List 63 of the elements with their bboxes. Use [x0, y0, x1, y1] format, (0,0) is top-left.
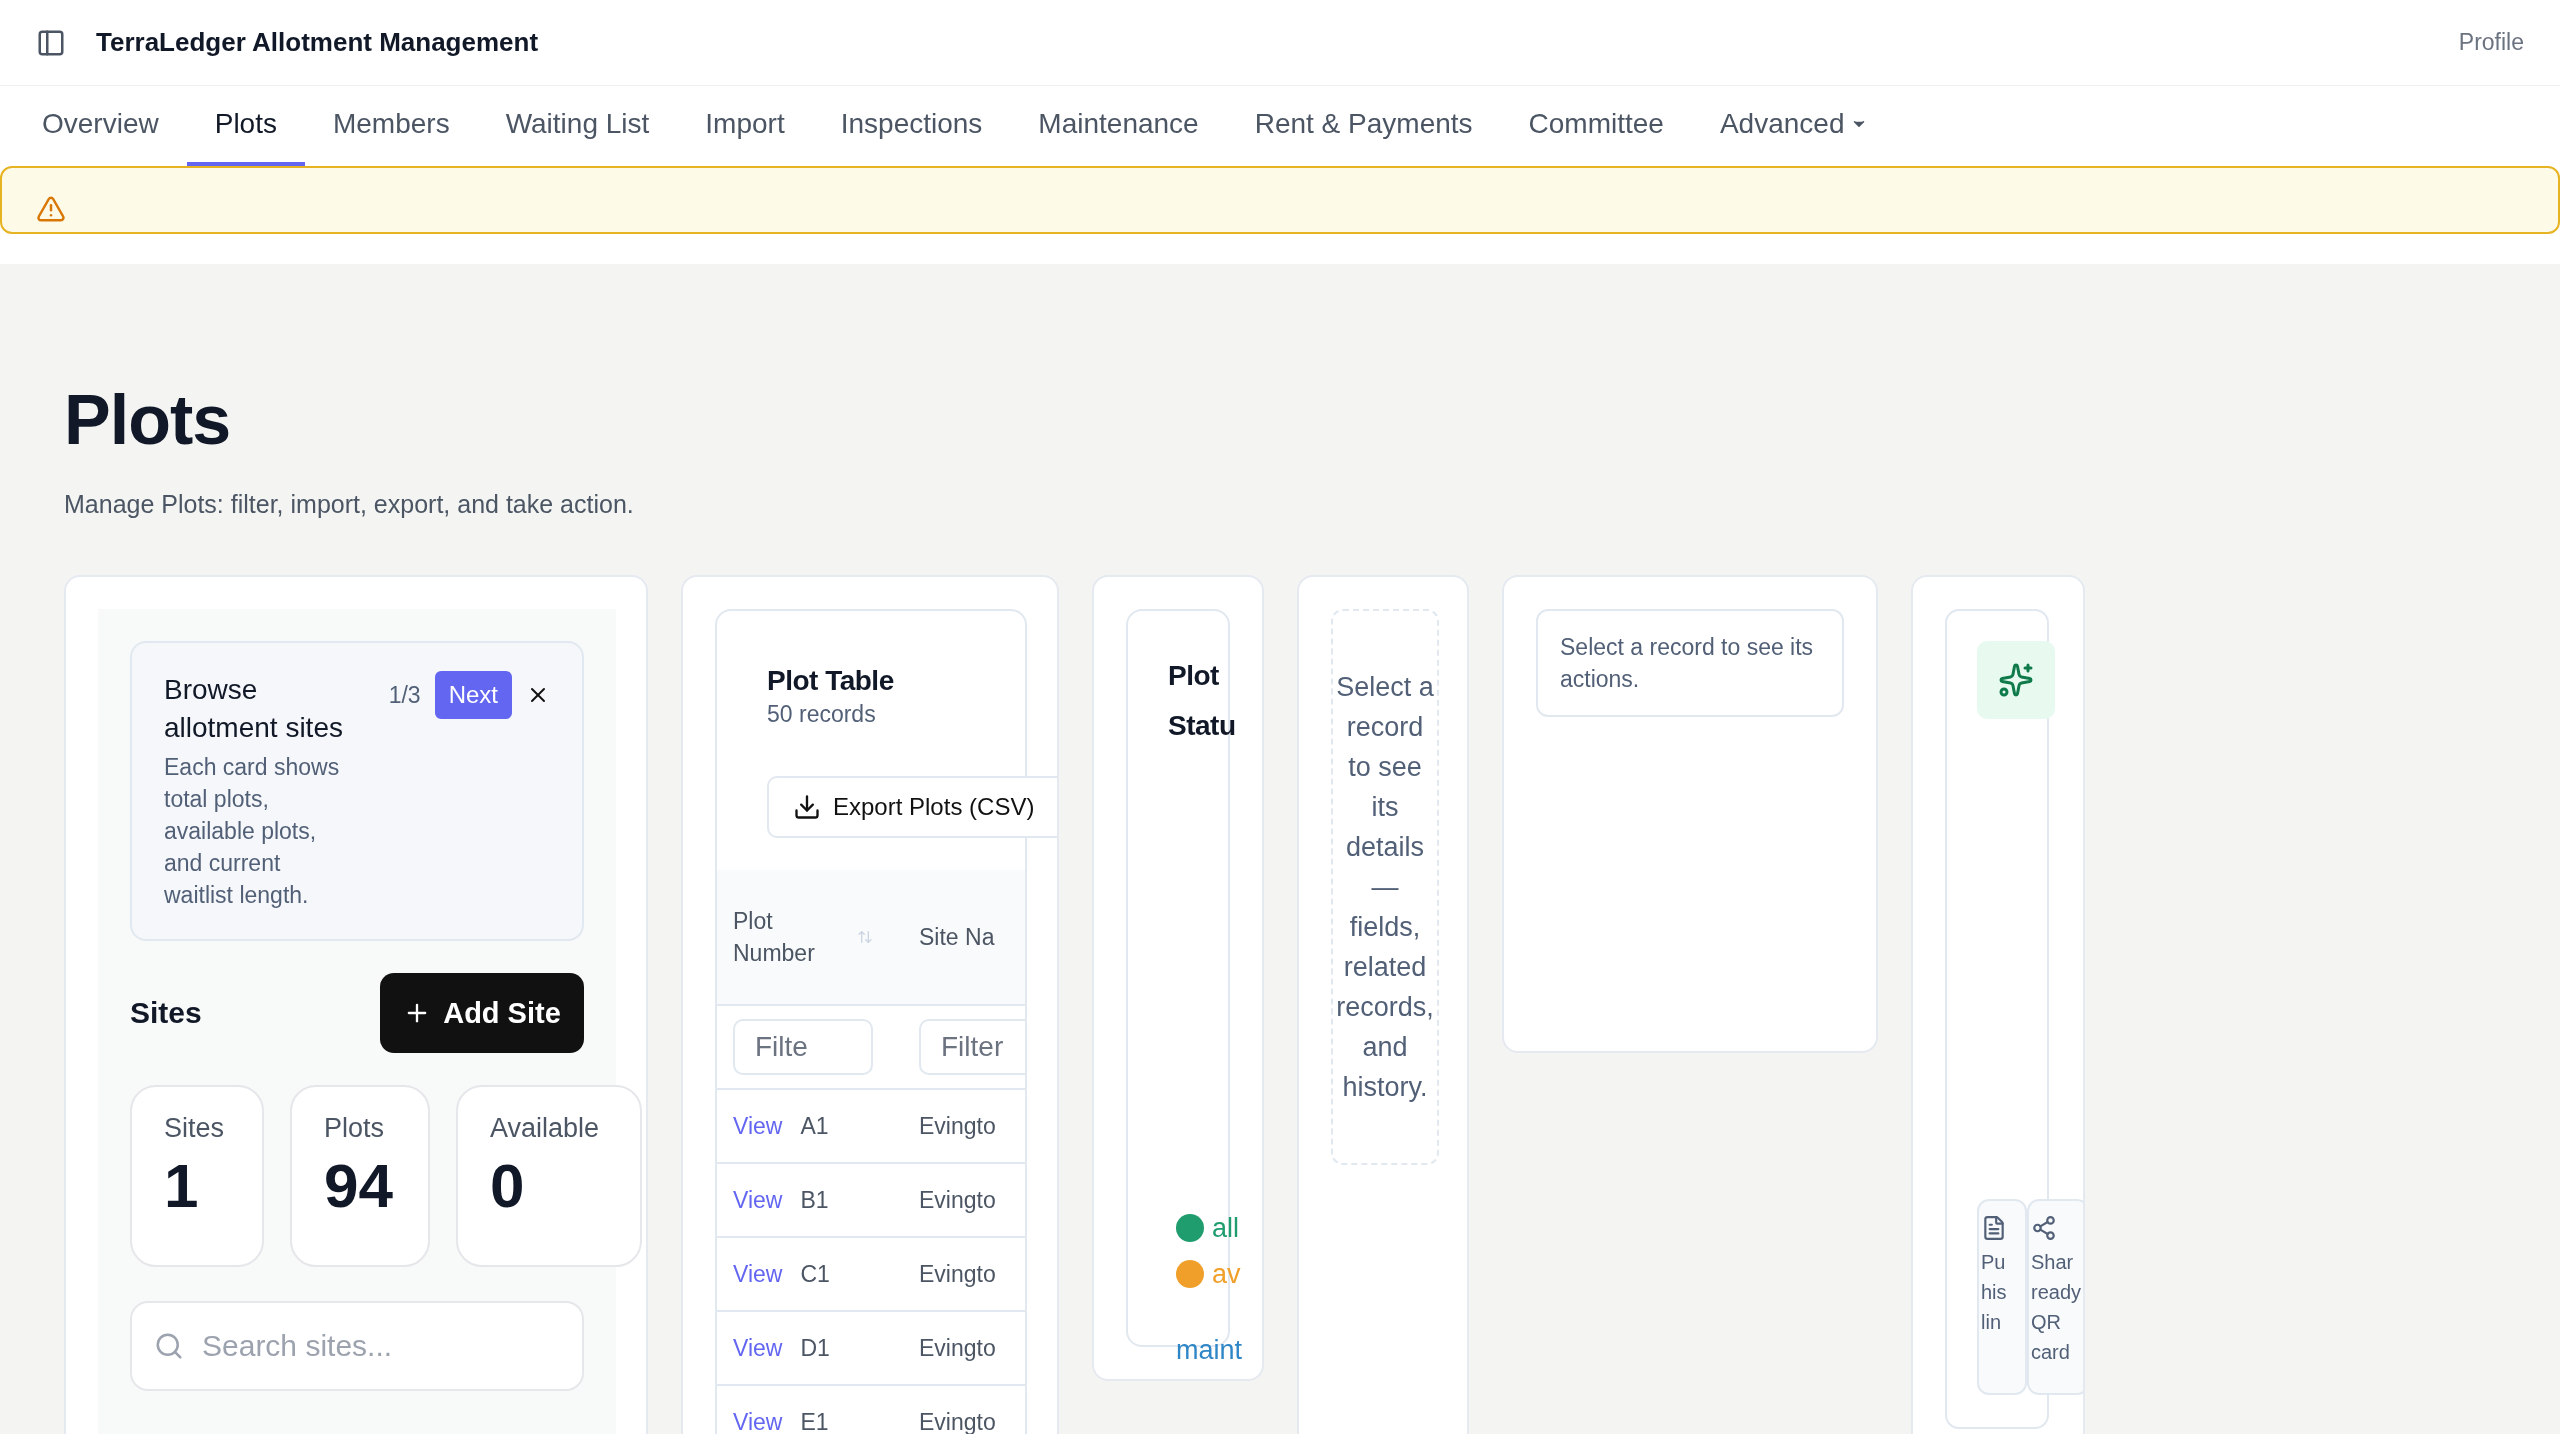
- legend-item: maint: [1176, 1334, 1243, 1367]
- stat-label: Plots: [324, 1113, 386, 1144]
- tour-step: 1/3: [388, 681, 421, 709]
- stat-label: Sites: [164, 1113, 226, 1144]
- nav-tab[interactable]: Rent & Payments: [1226, 86, 1501, 166]
- column-header[interactable]: Site Na: [919, 921, 995, 953]
- search-icon: [154, 1331, 184, 1361]
- table-cell: Evingto: [919, 1112, 996, 1140]
- warning-icon: [36, 194, 66, 224]
- sites-heading: Sites: [130, 996, 202, 1030]
- table-cell: A1: [800, 1112, 829, 1140]
- nav-tab[interactable]: Waiting List: [477, 86, 678, 166]
- table-cell: Evingto: [919, 1260, 996, 1288]
- empty-details-text: Select a record to see its details — fields, related records, and history.: [1331, 609, 1439, 1165]
- record-count: 50 records: [767, 701, 877, 728]
- tour-text: Each card shows total plots, available plots, and current waitlist length.: [164, 753, 341, 910]
- nav-tab[interactable]: Committee: [1500, 86, 1692, 166]
- app-title: TerraLedger Allotment Management: [96, 27, 540, 58]
- sparkle-icon: [1998, 662, 2034, 698]
- table-cell: B1: [800, 1186, 829, 1214]
- export-button[interactable]: Export Plots (CSV): [767, 776, 1057, 838]
- table-cell: Evingto: [919, 1408, 996, 1434]
- stat-label: Available: [490, 1113, 601, 1144]
- nav-tab[interactable]: Import: [677, 86, 813, 166]
- table-cell: D1: [800, 1334, 830, 1362]
- profile-link[interactable]: Profile: [2458, 29, 2524, 56]
- table-cell: E1: [800, 1408, 829, 1434]
- page-title: Plots: [64, 380, 232, 460]
- table-cell: Evingto: [919, 1186, 996, 1214]
- view-link[interactable]: View: [733, 1112, 783, 1140]
- table-cell: Evingto: [919, 1334, 996, 1362]
- view-link[interactable]: View: [733, 1186, 783, 1214]
- tour-title: Browse allotment sites: [164, 673, 344, 745]
- nav-tab[interactable]: Members: [304, 86, 478, 166]
- chart-title: Plot Statu: [1168, 659, 1236, 743]
- empty-actions-text: Select a record to see its actions.: [1536, 609, 1844, 717]
- nav-tab[interactable]: Inspections: [812, 86, 1011, 166]
- tool-tile[interactable]: Pu his lin: [1977, 1199, 2027, 1395]
- table-cell: C1: [800, 1260, 830, 1288]
- search-field[interactable]: Search sites...: [130, 1301, 584, 1391]
- nav-tab[interactable]: Overview: [14, 86, 187, 166]
- filter-field[interactable]: Filter: [919, 1019, 1025, 1075]
- tool-tile[interactable]: Shar ready QR card: [2027, 1199, 2083, 1395]
- legend-item: all: [1176, 1211, 1239, 1245]
- nav-tab[interactable]: Advanced: [1691, 86, 1897, 166]
- download-icon: [793, 793, 821, 821]
- document-icon: [1981, 1215, 2007, 1241]
- stat-value: 0: [490, 1150, 526, 1221]
- view-link[interactable]: View: [733, 1334, 783, 1362]
- stat-value: 94: [324, 1150, 394, 1221]
- stat-value: 1: [164, 1150, 200, 1221]
- column-header[interactable]: Plot Number: [733, 905, 843, 969]
- legend-item: av: [1176, 1257, 1241, 1291]
- view-link[interactable]: View: [733, 1408, 783, 1434]
- table-title: Plot Table: [767, 665, 895, 697]
- add-site-button[interactable]: Add Site: [380, 973, 584, 1053]
- view-link[interactable]: View: [733, 1260, 783, 1288]
- share-icon: [2031, 1215, 2057, 1241]
- filter-field[interactable]: Filte: [733, 1019, 873, 1075]
- page-subtitle: Manage Plots: filter, import, export, and take action.: [64, 490, 635, 519]
- sparkle-button[interactable]: [1977, 641, 2055, 719]
- next-button[interactable]: Next: [434, 671, 512, 719]
- nav-tab[interactable]: Maintenance: [1010, 86, 1227, 166]
